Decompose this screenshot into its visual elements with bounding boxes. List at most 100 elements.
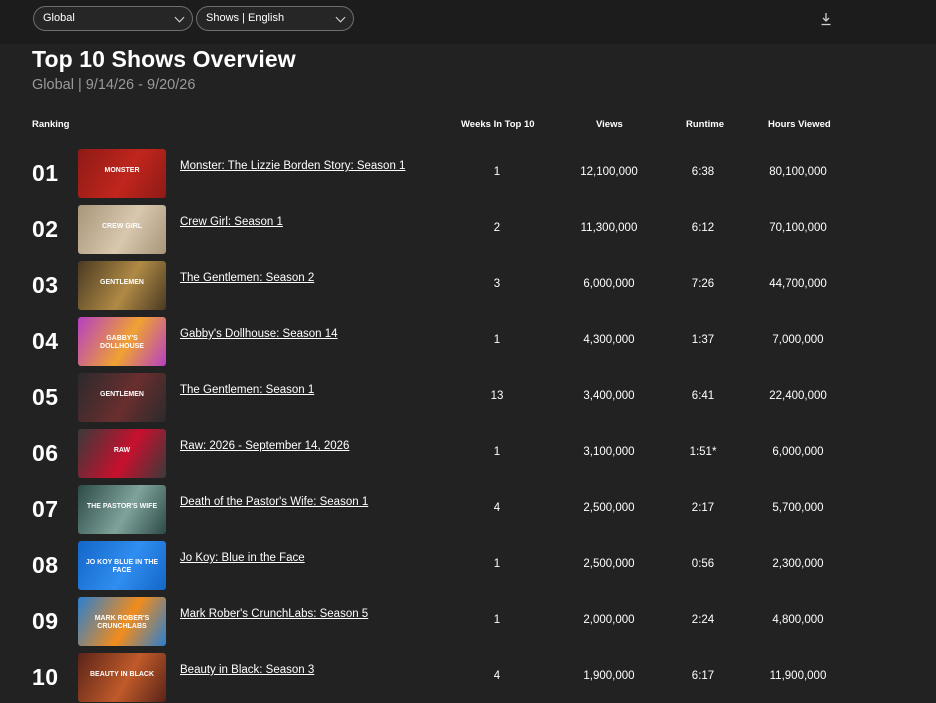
table-row: 03 GENTLEMEN The Gentlemen: Season 2 3 6,000… (0, 261, 936, 311)
rank-number: 07 (32, 496, 59, 522)
hours-viewed-value: 80,100,000 (769, 166, 827, 178)
region-select[interactable]: Global (33, 6, 193, 31)
views-value: 3,400,000 (583, 390, 635, 402)
table-row: 05 GENTLEMEN The Gentlemen: Season 1 13 3,40… (0, 373, 936, 423)
filter-bar: Global Shows | English (0, 0, 936, 44)
show-title-link[interactable]: Death of the Pastor's Wife: Season 1 (180, 495, 420, 509)
thumbnail-art-text: JO KOY BLUE IN THE FACE (85, 559, 159, 574)
show-title-link[interactable]: Beauty in Black: Season 3 (180, 663, 420, 677)
page-subtitle: Global | 9/14/26 - 9/20/26 (32, 77, 196, 93)
views-value: 1,900,000 (583, 670, 635, 682)
rank-number: 09 (32, 608, 59, 634)
views-value: 3,100,000 (583, 446, 635, 458)
table-row: 01 MONSTER Monster: The Lizzie Borden Stor… (0, 149, 936, 199)
weeks-in-top10: 1 (493, 558, 501, 570)
table-row: 09 MARK ROBER'S CRUNCHLABS Mark Rober's Cr… (0, 597, 936, 647)
views-value: 2,000,000 (583, 614, 635, 626)
table-row: 04 GABBY'S DOLLHOUSE Gabby's Dollhouse: Se… (0, 317, 936, 367)
thumbnail-art-text: GENTLEMEN (100, 279, 144, 286)
table-row: 10 BEAUTY IN BLACK Beauty in Black: Season… (0, 653, 936, 703)
show-thumbnail[interactable]: GENTLEMEN (78, 261, 166, 310)
hours-viewed-value: 4,800,000 (772, 614, 824, 626)
show-title-link[interactable]: The Gentlemen: Season 1 (180, 383, 420, 397)
hours-viewed-value: 44,700,000 (769, 278, 827, 290)
page-title: Top 10 Shows Overview (32, 46, 296, 72)
thumbnail-art-text: GABBY'S DOLLHOUSE (100, 335, 144, 350)
runtime-value: 6:41 (691, 390, 715, 402)
thumbnail-art-text: THE PASTOR'S WIFE (86, 503, 158, 510)
weeks-in-top10: 1 (493, 334, 501, 346)
download-icon[interactable] (820, 12, 832, 26)
show-title-link[interactable]: Crew Girl: Season 1 (180, 215, 420, 229)
show-thumbnail[interactable]: MARK ROBER'S CRUNCHLABS (78, 597, 166, 646)
views-value: 11,300,000 (580, 222, 638, 234)
views-value: 2,500,000 (583, 502, 635, 514)
category-select-value: Shows | English (206, 12, 285, 24)
runtime-value: 1:51* (689, 446, 717, 458)
runtime-value: 2:17 (691, 502, 715, 514)
hours-viewed-value: 6,000,000 (772, 446, 824, 458)
column-header-runtime: Runtime (686, 119, 724, 130)
show-title-link[interactable]: Gabby's Dollhouse: Season 14 (180, 327, 420, 341)
rank-number: 03 (32, 272, 59, 298)
show-thumbnail[interactable]: JO KOY BLUE IN THE FACE (78, 541, 166, 590)
views-value: 12,100,000 (580, 166, 638, 178)
show-thumbnail[interactable]: THE PASTOR'S WIFE (78, 485, 166, 534)
rank-number: 08 (32, 552, 59, 578)
rank-number: 10 (32, 664, 59, 690)
region-select-value: Global (43, 12, 75, 24)
hours-viewed-value: 11,900,000 (769, 670, 827, 682)
show-title-link[interactable]: Mark Rober's CrunchLabs: Season 5 (180, 607, 420, 621)
runtime-value: 6:17 (691, 670, 715, 682)
rank-number: 01 (32, 160, 59, 186)
table-row: 06 RAW Raw: 2026 - September 14, 2026 1 3,10… (0, 429, 936, 479)
category-select[interactable]: Shows | English (196, 6, 354, 31)
show-thumbnail[interactable]: RAW (78, 429, 166, 478)
rank-number: 04 (32, 328, 59, 354)
thumbnail-art-text: CREW GIRL (101, 223, 143, 230)
column-header-views: Views (596, 119, 623, 130)
show-thumbnail[interactable]: GABBY'S DOLLHOUSE (78, 317, 166, 366)
weeks-in-top10: 4 (493, 670, 501, 682)
hours-viewed-value: 70,100,000 (769, 222, 827, 234)
chevron-down-icon (335, 12, 346, 23)
hours-viewed-value: 5,700,000 (772, 502, 824, 514)
column-header-hours: Hours Viewed (768, 119, 831, 130)
rank-number: 02 (32, 216, 59, 242)
column-header-weeks: Weeks In Top 10 (461, 119, 535, 130)
weeks-in-top10: 3 (493, 278, 501, 290)
thumbnail-art-text: MARK ROBER'S CRUNCHLABS (94, 615, 150, 630)
show-thumbnail[interactable]: CREW GIRL (78, 205, 166, 254)
show-thumbnail[interactable]: GENTLEMEN (78, 373, 166, 422)
weeks-in-top10: 4 (493, 502, 501, 514)
weeks-in-top10: 1 (493, 166, 501, 178)
show-title-link[interactable]: Raw: 2026 - September 14, 2026 (180, 439, 420, 453)
table-row: 02 CREW GIRL Crew Girl: Season 1 2 11,300,00… (0, 205, 936, 255)
thumbnail-art-text: RAW (113, 447, 131, 454)
runtime-value: 2:24 (691, 614, 715, 626)
table-row: 07 THE PASTOR'S WIFE Death of the Pastor's… (0, 485, 936, 535)
views-value: 2,500,000 (583, 558, 635, 570)
runtime-value: 7:26 (691, 278, 715, 290)
hours-viewed-value: 22,400,000 (769, 390, 827, 402)
runtime-value: 6:38 (691, 166, 715, 178)
show-thumbnail[interactable]: BEAUTY IN BLACK (78, 653, 166, 702)
show-thumbnail[interactable]: MONSTER (78, 149, 166, 198)
thumbnail-art-text: MONSTER (104, 167, 140, 174)
show-title-link[interactable]: Monster: The Lizzie Borden Story: Season… (180, 159, 420, 173)
thumbnail-art-text: BEAUTY IN BLACK (89, 671, 155, 678)
runtime-value: 6:12 (691, 222, 715, 234)
rank-number: 05 (32, 384, 59, 410)
hours-viewed-value: 7,000,000 (772, 334, 824, 346)
show-title-link[interactable]: Jo Koy: Blue in the Face (180, 551, 420, 565)
weeks-in-top10: 2 (493, 222, 501, 234)
weeks-in-top10: 1 (493, 446, 501, 458)
weeks-in-top10: 13 (490, 390, 504, 402)
show-title-link[interactable]: The Gentlemen: Season 2 (180, 271, 420, 285)
column-header-ranking: Ranking (32, 119, 70, 130)
views-value: 4,300,000 (583, 334, 635, 346)
weeks-in-top10: 1 (493, 614, 501, 626)
views-value: 6,000,000 (583, 278, 635, 290)
chevron-down-icon (174, 12, 185, 23)
thumbnail-art-text: GENTLEMEN (100, 391, 144, 398)
